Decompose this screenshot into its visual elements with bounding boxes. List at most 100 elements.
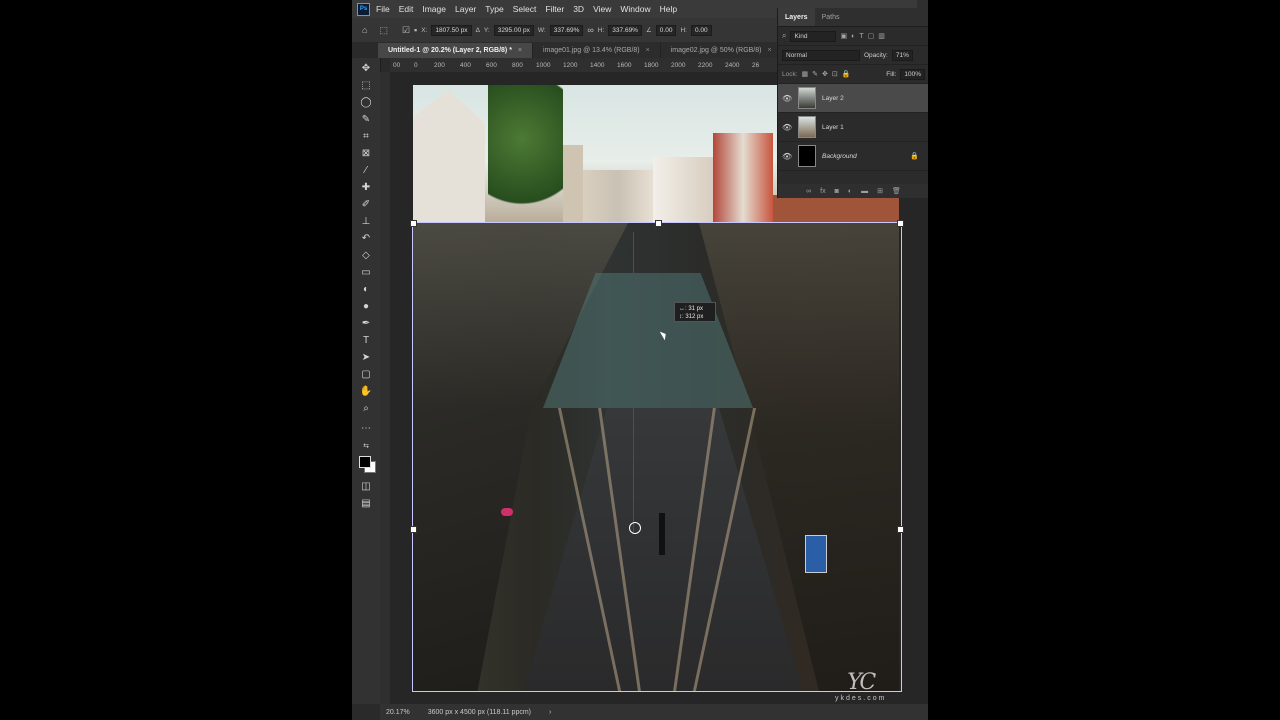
reference-point-checkbox[interactable]: ☑ xyxy=(402,25,410,36)
ruler-tick: 1800 xyxy=(644,62,659,69)
menu-help[interactable]: Help xyxy=(660,4,677,14)
swap-colors-icon[interactable]: ⇆ xyxy=(359,440,373,454)
menu-file[interactable]: File xyxy=(376,4,390,14)
building xyxy=(653,157,713,225)
h-skew-field[interactable]: 0.00 xyxy=(690,24,712,36)
h-field[interactable]: 337.69% xyxy=(608,24,642,36)
gradient-icon[interactable]: ▭ xyxy=(359,266,373,280)
crop-icon[interactable]: ⌗ xyxy=(359,130,373,144)
delta-icon: Δ xyxy=(475,26,480,34)
tab-image01[interactable]: image01.jpg @ 13.4% (RGB/8) × xyxy=(533,43,661,58)
new-layer-icon[interactable]: ⊞ xyxy=(877,187,883,195)
filter-icons[interactable]: ▣◐T▢▥ xyxy=(840,32,888,40)
menu-filter[interactable]: Filter xyxy=(545,4,564,14)
trash-icon[interactable]: 🗑 xyxy=(892,187,901,195)
transform-handle[interactable] xyxy=(410,220,417,227)
x-field[interactable]: 1807.50 px xyxy=(431,24,472,36)
quick-select-icon[interactable]: ✎ xyxy=(359,113,373,127)
tab-image02[interactable]: image02.jpg @ 50% (RGB/8) × xyxy=(661,43,777,58)
adjustment-icon[interactable]: ◐ xyxy=(848,188,852,195)
status-menu-arrow[interactable]: › xyxy=(549,709,551,716)
w-field[interactable]: 337.69% xyxy=(549,24,584,36)
zoom-icon[interactable]: ⌕ xyxy=(359,402,373,416)
angle-field[interactable]: 0.00 xyxy=(655,24,677,36)
lock-icon: 🔒 xyxy=(910,153,919,160)
menu-window[interactable]: Window xyxy=(620,4,650,14)
fx-icon[interactable]: fx xyxy=(820,188,825,195)
watermark: YC ykdes.com xyxy=(835,670,886,702)
eyedropper-icon[interactable]: ⁄ xyxy=(359,164,373,178)
blur-icon[interactable]: ◐ xyxy=(359,283,373,297)
zoom-level[interactable]: 20.17% xyxy=(386,709,410,716)
layer-row-layer-2[interactable]: 👁 Layer 2 xyxy=(778,84,928,113)
close-icon[interactable]: × xyxy=(518,47,522,54)
transform-handle[interactable] xyxy=(655,220,662,227)
tab-layers[interactable]: Layers xyxy=(778,8,815,26)
layer-thumbnail xyxy=(798,87,816,109)
close-icon[interactable]: × xyxy=(767,47,771,54)
dodge-icon[interactable]: ● xyxy=(359,300,373,314)
layer-row-background[interactable]: 👁 Background 🔒 xyxy=(778,142,928,171)
layer-name: Layer 2 xyxy=(822,94,844,102)
eye-icon[interactable]: 👁 xyxy=(782,152,792,161)
menu-image[interactable]: Image xyxy=(422,4,446,14)
y-field[interactable]: 3295.00 px xyxy=(493,24,534,36)
layer-kind-filter[interactable]: Kind xyxy=(790,30,837,42)
path-select-icon[interactable]: ➤ xyxy=(359,351,373,365)
shape-icon[interactable]: ▢ xyxy=(359,368,373,382)
layer-filter-row: ⌕ Kind ▣◐T▢▥ xyxy=(778,27,928,46)
reference-point-marker[interactable] xyxy=(629,522,641,534)
ruler-tick: 0 xyxy=(414,62,418,69)
lasso-icon[interactable]: ◯ xyxy=(359,96,373,110)
opacity-field[interactable]: 71% xyxy=(891,49,913,61)
menu-3d[interactable]: 3D xyxy=(573,4,584,14)
menu-view[interactable]: View xyxy=(593,4,611,14)
tooltip-line-1: ↔: 31 px xyxy=(679,306,704,312)
timber-house xyxy=(413,90,485,225)
lock-icons[interactable]: ▦✎✥⊡🔒 xyxy=(802,70,855,78)
type-icon[interactable]: T xyxy=(359,334,373,348)
stamp-icon[interactable]: ⊥ xyxy=(359,215,373,229)
layer-row-layer-1[interactable]: 👁 Layer 1 xyxy=(778,113,928,142)
menu-edit[interactable]: Edit xyxy=(399,4,414,14)
mask-icon[interactable]: ◙ xyxy=(835,188,839,195)
link-layers-icon[interactable]: ∞ xyxy=(806,188,811,195)
eraser-icon[interactable]: ◇ xyxy=(359,249,373,263)
marquee-icon[interactable]: ⬚ xyxy=(359,79,373,93)
tooltip-line-2: ↕: 312 px xyxy=(679,314,704,320)
h-skew-label: H: xyxy=(680,26,687,34)
transform-handle[interactable] xyxy=(897,220,904,227)
healing-icon[interactable]: ✚ xyxy=(359,181,373,195)
layer-thumbnail xyxy=(798,145,816,167)
fill-field[interactable]: 100% xyxy=(900,68,925,80)
menu-layer[interactable]: Layer xyxy=(455,4,476,14)
reference-point-icon[interactable]: ▪ xyxy=(414,25,417,35)
eye-icon[interactable]: 👁 xyxy=(782,94,792,103)
transform-handle[interactable] xyxy=(897,526,904,533)
tab-untitled-1[interactable]: Untitled-1 @ 20.2% (Layer 2, RGB/8) * × xyxy=(378,43,534,58)
tab-paths[interactable]: Paths xyxy=(815,8,847,26)
transform-bounding-box[interactable] xyxy=(410,220,904,692)
quick-mask-icon[interactable]: ◫ xyxy=(359,480,373,494)
opacity-label: Opacity: xyxy=(864,51,888,59)
menu-select[interactable]: Select xyxy=(513,4,537,14)
pen-icon[interactable]: ✒ xyxy=(359,317,373,331)
group-icon[interactable]: ▬ xyxy=(861,188,868,195)
menu-type[interactable]: Type xyxy=(485,4,503,14)
close-icon[interactable]: × xyxy=(646,47,650,54)
link-icon[interactable]: ∞ xyxy=(587,25,593,35)
home-icon[interactable]: ⌂ xyxy=(362,25,367,35)
move-icon[interactable]: ✥ xyxy=(359,62,373,76)
screen-mode-icon[interactable]: ▤ xyxy=(359,497,373,511)
transform-tool-icon: ⬚ xyxy=(379,24,388,35)
more-icon[interactable]: ⋯ xyxy=(359,422,373,436)
color-swatches[interactable] xyxy=(359,456,376,473)
eye-icon[interactable]: 👁 xyxy=(782,123,792,132)
hand-icon[interactable]: ✋ xyxy=(359,385,373,399)
transform-handle[interactable] xyxy=(410,526,417,533)
history-brush-icon[interactable]: ↶ xyxy=(359,232,373,246)
brush-icon[interactable]: ✐ xyxy=(359,198,373,212)
blend-mode-select[interactable]: Normal xyxy=(782,49,860,61)
foreground-color-swatch[interactable] xyxy=(359,456,371,468)
frame-icon[interactable]: ⊠ xyxy=(359,147,373,161)
